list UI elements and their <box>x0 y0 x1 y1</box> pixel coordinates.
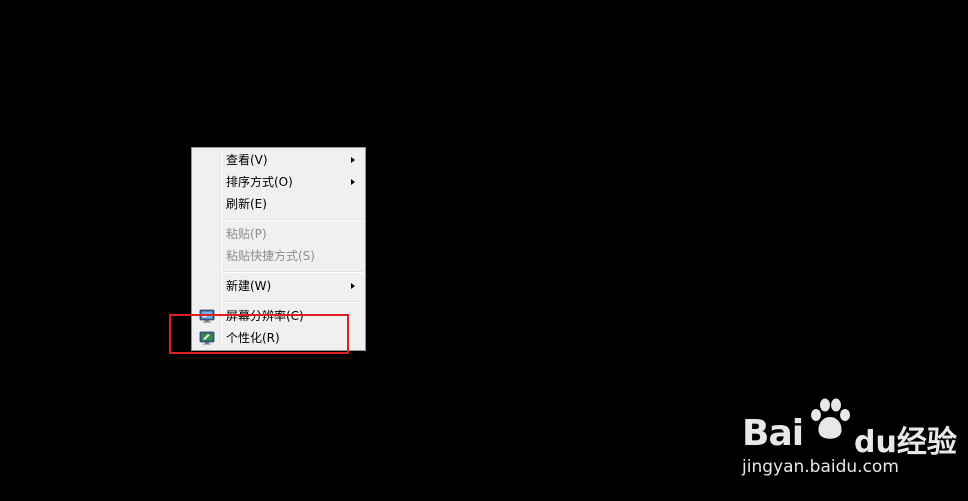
menu-separator <box>222 271 363 273</box>
menu-item-label: 查看(V) <box>226 153 268 167</box>
menu-item-paste[interactable]: 粘贴(P) <box>194 223 363 245</box>
menu-item-label: 新建(W) <box>226 279 272 293</box>
submenu-arrow-icon <box>351 179 355 185</box>
menu-item-new[interactable]: 新建(W) <box>194 275 363 297</box>
watermark-brand: Bai <box>742 413 804 454</box>
menu-item-label: 排序方式(O) <box>226 175 293 189</box>
menu-separator <box>222 301 363 303</box>
annotation-highlight-box <box>169 314 349 354</box>
menu-item-label: 刷新(E) <box>226 197 267 211</box>
menu-item-label: 粘贴快捷方式(S) <box>226 249 315 263</box>
menu-item-refresh[interactable]: 刷新(E) <box>194 193 363 215</box>
menu-item-paste-shortcut[interactable]: 粘贴快捷方式(S) <box>194 245 363 267</box>
desktop-background[interactable]: 查看(V) 排序方式(O) 刷新(E) 粘贴(P) 粘贴快捷方式(S) 新建(W… <box>0 0 968 501</box>
menu-separator <box>222 219 363 221</box>
submenu-arrow-icon <box>351 283 355 289</box>
baidu-paw-icon <box>811 398 850 439</box>
submenu-arrow-icon <box>351 157 355 163</box>
watermark-brand-suffix: du经验 <box>854 425 957 460</box>
baidu-jingyan-watermark: Bai du经验 jingyan.baidu.com <box>742 395 957 485</box>
menu-item-label: 粘贴(P) <box>226 227 267 241</box>
watermark-url: jingyan.baidu.com <box>742 457 899 477</box>
menu-item-view[interactable]: 查看(V) <box>194 149 363 171</box>
menu-item-sort-by[interactable]: 排序方式(O) <box>194 171 363 193</box>
